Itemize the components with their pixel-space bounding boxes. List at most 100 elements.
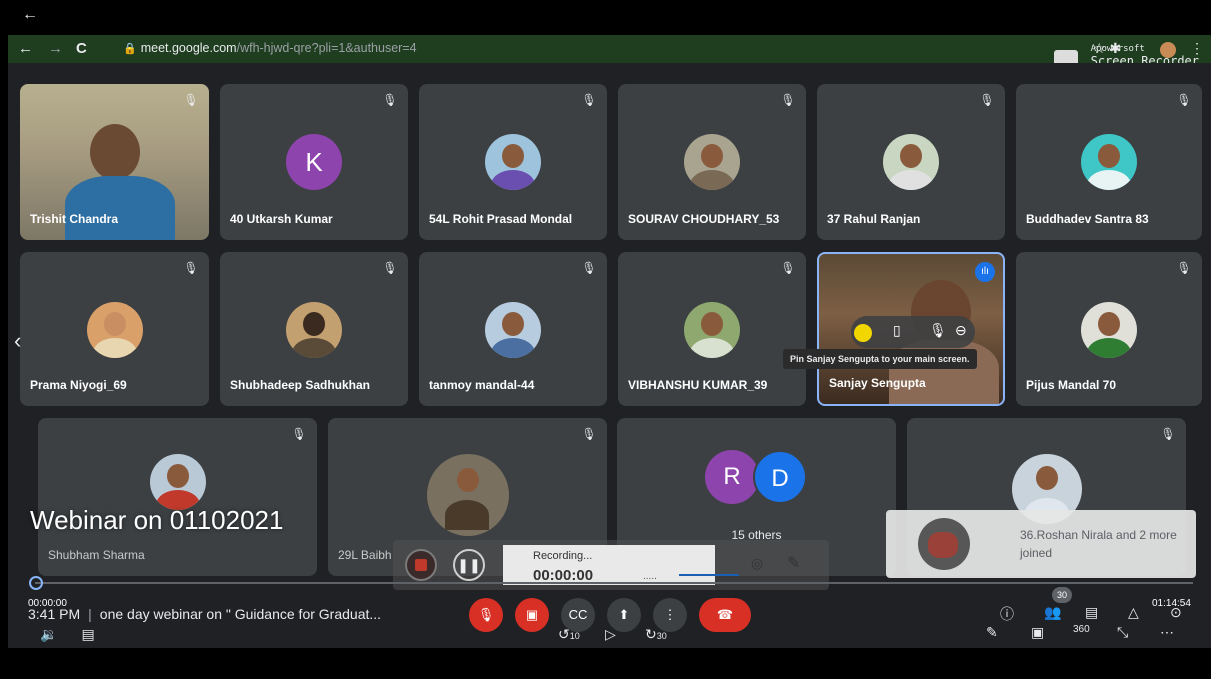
notification-avatar <box>918 518 970 570</box>
avatar: K <box>286 134 342 190</box>
tile-buddhadev-santra[interactable]: 🎙 Buddhadev Santra 83 <box>1016 84 1202 240</box>
back-arrow-icon[interactable]: ← <box>22 6 38 24</box>
people-icon[interactable]: 👥 <box>1044 604 1061 621</box>
avatar <box>485 302 541 358</box>
volume-icon[interactable]: 🔉 <box>40 626 57 642</box>
pin-tooltip: Pin Sanjay Sengupta to your main screen. <box>783 349 977 369</box>
tile-trishit-chandra[interactable]: 🎙 Trishit Chandra <box>20 84 209 240</box>
avatar <box>426 454 509 536</box>
tile-sanjay-sengupta[interactable]: ılı ▯ 🎙 ⊖ Sanjay Sengupta <box>817 252 1005 406</box>
video-title: Webinar on 01102021 <box>30 505 284 535</box>
vr-icon[interactable]: 360 <box>1073 624 1090 635</box>
participant-name: VIBHANSHU KUMAR_39 <box>628 378 768 392</box>
tile-shubhadeep-sadhukhan[interactable]: 🎙 Shubhadeep Sadhukhan <box>220 252 408 406</box>
tile-prama-niyogi[interactable]: 🎙 Prama Niyogi_69 <box>20 252 209 406</box>
mic-icon[interactable]: 🎙 <box>929 322 947 339</box>
screen: { "browser": { "url_host": "meet.google.… <box>0 0 1211 679</box>
participant-name: Prama Niyogi_69 <box>30 378 127 392</box>
remove-icon[interactable]: ⊖ <box>955 322 967 339</box>
play-icon[interactable]: ▷ <box>605 626 616 643</box>
avatar-r: R <box>705 450 759 504</box>
stop-recording-button[interactable] <box>405 549 437 581</box>
participant-name: Shubham Sharma <box>48 548 145 562</box>
pause-recording-button[interactable]: ❚❚ <box>453 549 485 581</box>
participants-count-badge: 30 <box>1052 587 1072 603</box>
rewind-icon[interactable]: ↺10 <box>558 626 580 643</box>
speaking-indicator-icon: ılı <box>975 262 995 282</box>
recording-level: ..... <box>643 571 657 582</box>
avatar <box>684 134 740 190</box>
mic-off-button[interactable]: 🎙 <box>469 598 503 632</box>
pin-icon[interactable]: ▯ <box>893 322 901 339</box>
lock-icon[interactable]: ⊙ <box>1170 604 1182 621</box>
forward-icon[interactable]: ↻30 <box>645 626 667 643</box>
participant-name: 40 Utkarsh Kumar <box>230 212 333 226</box>
notification-message: 36.Roshan Nirala and 2 more joined <box>1020 528 1177 560</box>
back-icon[interactable]: ← <box>18 40 33 57</box>
avatar <box>1081 302 1137 358</box>
mic-off-icon: 🎙 <box>291 427 307 441</box>
rewind-label: 10 <box>569 631 580 641</box>
camera-off-button[interactable]: ▣ <box>515 598 549 632</box>
participant-name: Shubhadeep Sadhukhan <box>230 378 371 392</box>
avatar-d: D <box>753 450 807 504</box>
browser-toolbar: ← → C 🔒 meet.google.com/wfh-hjwd-qre?pli=… <box>8 35 1211 63</box>
url-path: /wfh-hjwd-qre?pli=1&authuser=4 <box>236 41 417 55</box>
more-icon[interactable]: ⋯ <box>1160 624 1174 641</box>
participant-name: 54L Rohit Prasad Mondal <box>429 212 573 226</box>
tile-shubham-sharma[interactable]: 🎙 Shubham Sharma <box>38 418 317 576</box>
info-icon[interactable]: ⓘ <box>1000 604 1014 624</box>
webcam-icon[interactable]: ◎ <box>751 555 763 572</box>
tile-pijus-mandal[interactable]: 🎙 Pijus Mandal 70 <box>1016 252 1202 406</box>
player-left-icons: 🔉 ▤ <box>40 626 119 643</box>
chat-icon[interactable]: ▤ <box>1085 604 1098 621</box>
tile-tanmoy-mandal[interactable]: 🎙 tanmoy mandal-44 <box>419 252 607 406</box>
tile-sourav-choudhary[interactable]: 🎙 SOURAV CHOUDHARY_53 <box>618 84 806 240</box>
avatar <box>286 302 342 358</box>
mic-off-icon: 🎙 <box>1176 93 1192 107</box>
mic-off-icon: 🎙 <box>183 261 199 275</box>
reload-icon[interactable]: C <box>76 40 87 57</box>
lock-icon: 🔒 <box>123 43 137 55</box>
tile-rahul-ranjan[interactable]: 🎙 37 Rahul Ranjan <box>817 84 1005 240</box>
mic-off-icon: 🎙 <box>1176 261 1192 275</box>
participant-name: Sanjay Sengupta <box>829 376 926 390</box>
person-video <box>90 124 140 180</box>
mic-off-icon: 🎙 <box>581 261 597 275</box>
mic-off-icon: 🎙 <box>581 427 597 441</box>
audio-level-bar <box>679 574 739 576</box>
participant-name: tanmoy mandal-44 <box>429 378 535 392</box>
participant-name: 29L Baibh <box>338 548 392 562</box>
participant-name: 37 Rahul Ranjan <box>827 212 921 226</box>
mic-off-icon: 🎙 <box>780 93 796 107</box>
avatar <box>149 454 206 510</box>
pen-icon[interactable]: ✎ <box>787 553 800 573</box>
tile-vibhanshu-kumar[interactable]: 🎙 VIBHANSHU KUMAR_39 <box>618 252 806 406</box>
pip-icon[interactable]: ▣ <box>1031 624 1044 641</box>
video-progress-knob[interactable] <box>29 576 43 590</box>
video-progress-track[interactable] <box>35 582 1193 584</box>
cursor-highlight <box>854 324 872 342</box>
forward-icon[interactable]: → <box>48 40 63 57</box>
recording-label: Recording... <box>533 550 593 562</box>
tile-utkarsh-kumar[interactable]: 🎙 K 40 Utkarsh Kumar <box>220 84 408 240</box>
tile-rohit-prasad-mondal[interactable]: 🎙 54L Rohit Prasad Mondal <box>419 84 607 240</box>
participant-name: SOURAV CHOUDHARY_53 <box>628 212 780 226</box>
leave-call-button[interactable]: ☎ <box>699 598 751 632</box>
collapse-icon[interactable]: ⤡ <box>1117 624 1128 641</box>
avatar <box>1081 134 1137 190</box>
address-bar[interactable]: 🔒 meet.google.com/wfh-hjwd-qre?pli=1&auth… <box>123 41 417 55</box>
pen-icon[interactable]: ✎ <box>986 624 998 641</box>
mic-off-icon: 🎙 <box>183 93 199 107</box>
activities-icon[interactable]: △ <box>1128 604 1139 621</box>
person-shirt <box>65 176 175 240</box>
avatar <box>684 302 740 358</box>
chevron-left-icon[interactable]: ‹ <box>14 328 21 354</box>
avatar <box>883 134 939 190</box>
mic-off-icon: 🎙 <box>581 93 597 107</box>
bottom-black-bar <box>0 648 1211 679</box>
subtitles-icon[interactable]: ▤ <box>81 626 94 642</box>
meeting-info: 3:41 PM | one day webinar on " Guidance fo… <box>28 606 382 622</box>
participant-name: Pijus Mandal 70 <box>1026 378 1117 392</box>
top-black-bar: ← <box>0 0 1211 35</box>
